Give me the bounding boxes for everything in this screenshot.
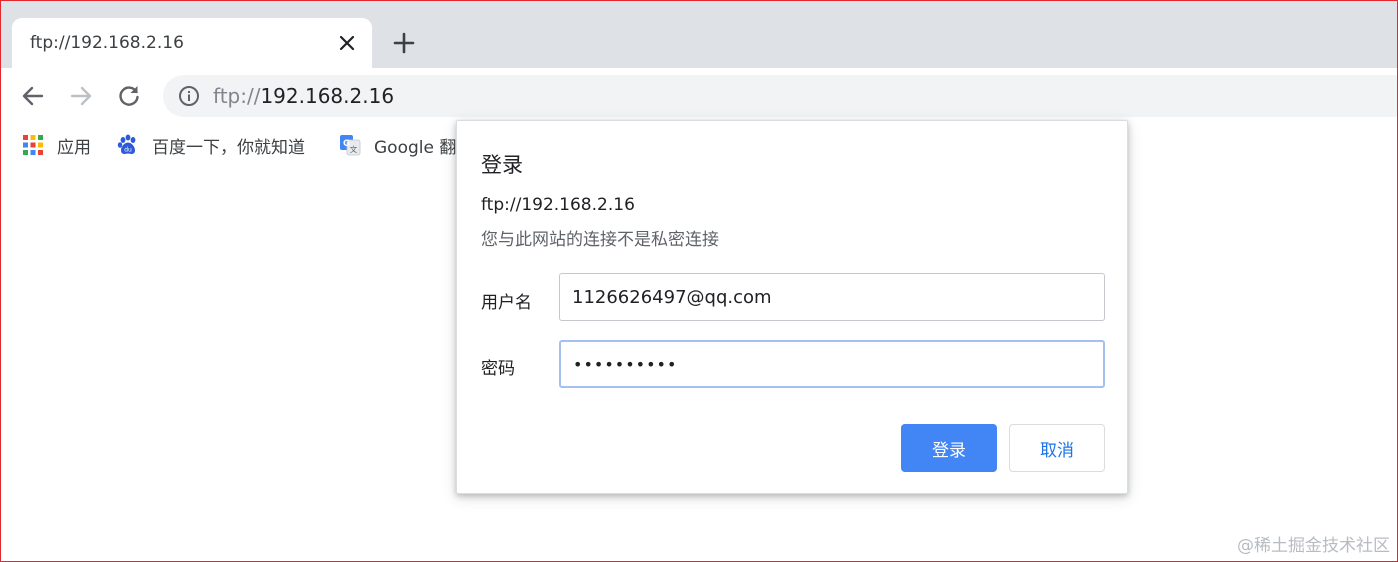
toolbar: ftp://192.168.2.16 <box>0 68 1398 124</box>
apps-grid-icon <box>23 135 43 155</box>
watermark: @稀土掘金技术社区 <box>1237 536 1390 556</box>
username-input[interactable] <box>559 273 1105 321</box>
reload-icon[interactable] <box>115 82 143 110</box>
baidu-paw-icon: du <box>117 134 136 154</box>
url-host: 192.168.2.16 <box>260 84 395 108</box>
svg-text:du: du <box>124 147 132 154</box>
back-arrow-icon[interactable] <box>19 82 47 110</box>
bookmark-google-translate[interactable]: G 文 Google 翻 <box>339 132 456 158</box>
login-dialog: 登录 ftp://192.168.2.16 您与此网站的连接不是私密连接 用户名… <box>456 120 1128 494</box>
dialog-title: 登录 <box>481 153 523 177</box>
tab-strip: ftp://192.168.2.16 <box>0 0 1398 68</box>
close-icon[interactable] <box>336 32 358 54</box>
forward-arrow-icon[interactable] <box>67 82 95 110</box>
url-scheme: ftp:// <box>213 84 261 108</box>
connection-warning: 您与此网站的连接不是私密连接 <box>481 230 719 250</box>
password-input[interactable] <box>559 340 1105 388</box>
bookmark-baidu[interactable]: du 百度一下，你就知道 <box>117 132 305 158</box>
login-button[interactable]: 登录 <box>901 424 997 472</box>
username-label: 用户名 <box>481 293 532 313</box>
bookmark-label: 应用 <box>57 137 91 158</box>
plus-icon[interactable] <box>392 31 416 55</box>
tab-active[interactable]: ftp://192.168.2.16 <box>12 18 372 68</box>
info-icon[interactable] <box>178 85 200 107</box>
tab-title: ftp://192.168.2.16 <box>30 33 184 53</box>
svg-text:文: 文 <box>350 144 358 154</box>
bookmark-label: Google 翻 <box>374 137 456 158</box>
google-translate-icon: G 文 <box>340 135 361 156</box>
bookmark-label: 百度一下，你就知道 <box>152 137 305 158</box>
password-label: 密码 <box>481 359 515 379</box>
address-bar[interactable]: ftp://192.168.2.16 <box>163 75 1398 117</box>
dialog-origin: ftp://192.168.2.16 <box>481 195 635 215</box>
bookmark-apps[interactable]: 应用 <box>22 132 91 158</box>
url-text: ftp://192.168.2.16 <box>213 84 394 108</box>
cancel-button[interactable]: 取消 <box>1009 424 1105 472</box>
